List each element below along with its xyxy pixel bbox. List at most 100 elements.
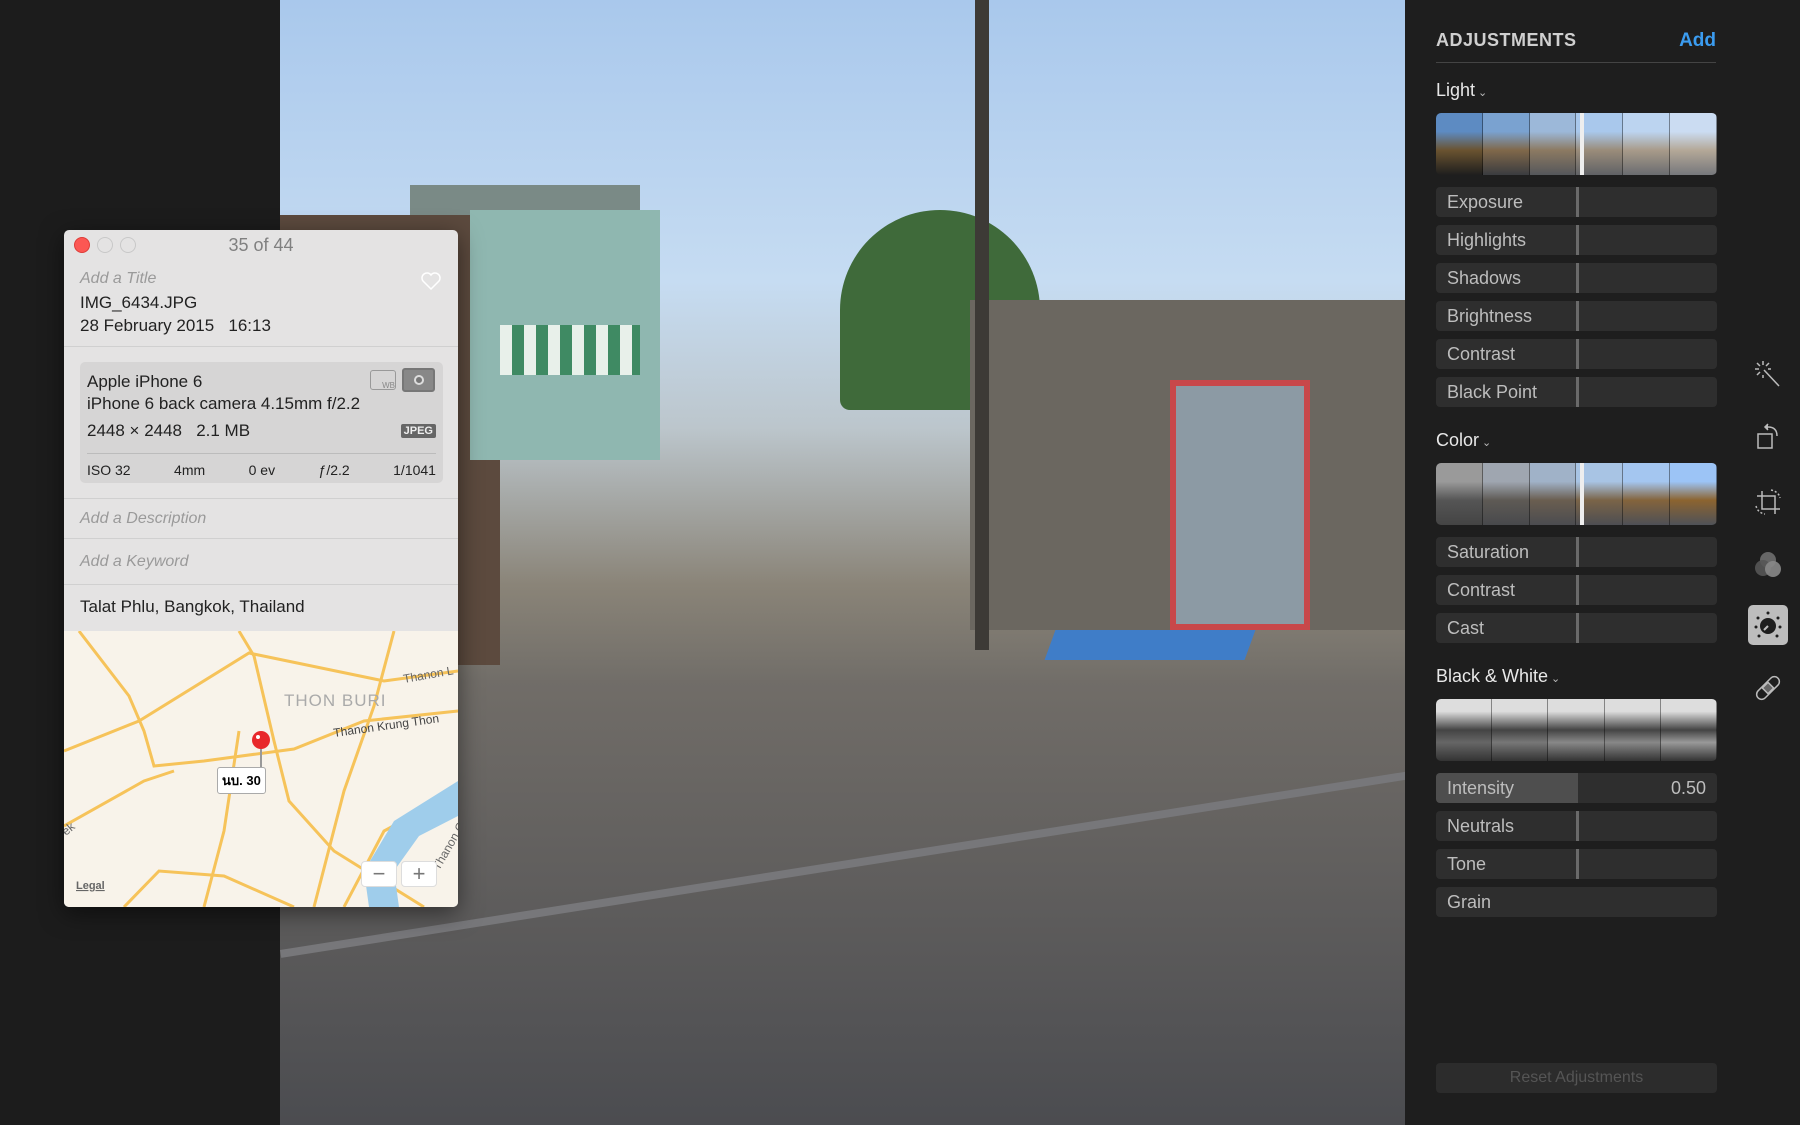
exif-iso: ISO 32 xyxy=(87,462,131,478)
adjust-dial-icon xyxy=(1754,611,1782,638)
slider-brightness[interactable]: Brightness xyxy=(1436,301,1717,331)
slider-label: Highlights xyxy=(1447,230,1527,250)
slider-shadows[interactable]: Shadows xyxy=(1436,263,1717,293)
road-shield-label: นบ. 30 xyxy=(217,767,266,794)
chevron-down-icon: ⌄ xyxy=(1482,437,1492,449)
section-color-toggle[interactable]: Color ⌄ xyxy=(1436,430,1491,451)
rotate-icon xyxy=(1757,423,1778,449)
metering-icon xyxy=(402,368,435,392)
magic-wand-tool[interactable] xyxy=(1748,354,1788,394)
map-road-label: Thanon Krung Thon xyxy=(332,711,439,740)
slider-label: Intensity xyxy=(1447,778,1515,798)
white-balance-icon: WB xyxy=(370,370,396,390)
slider-label: Contrast xyxy=(1447,580,1516,600)
map-pin-icon xyxy=(252,731,270,749)
slider-marker xyxy=(1576,613,1579,643)
format-badge: JPEG xyxy=(400,424,436,438)
slider-marker xyxy=(1576,301,1579,331)
map-zoom-out-button[interactable]: − xyxy=(361,861,397,887)
location-map[interactable]: THON BURI Thanon Krung Thon Thanon L Tha… xyxy=(64,631,458,907)
slider-marker xyxy=(1576,849,1579,879)
slider-marker xyxy=(1576,377,1579,407)
slider-value: 0.50 xyxy=(1670,778,1706,798)
photo-counter: 35 of 44 xyxy=(228,235,294,255)
reset-adjustments-button[interactable]: Reset Adjustments xyxy=(1436,1063,1717,1093)
slider-intensity[interactable]: Intensity 0.50 xyxy=(1436,773,1717,803)
date: 28 February 2015 xyxy=(80,316,215,335)
slider-cast[interactable]: Cast xyxy=(1436,613,1717,643)
slider-label: Exposure xyxy=(1447,192,1524,212)
legal-link: Legal xyxy=(76,880,105,892)
slider-label: Shadows xyxy=(1447,268,1522,288)
slider-label: Neutrals xyxy=(1447,816,1515,836)
add-button[interactable]: Add xyxy=(1679,30,1716,62)
description-field[interactable]: Add a Description xyxy=(64,498,458,538)
section-label: Light xyxy=(1436,80,1476,100)
slider-label: Black Point xyxy=(1447,382,1538,402)
retouch-tool[interactable] xyxy=(1748,668,1788,708)
crop-tool[interactable] xyxy=(1748,482,1788,522)
slider-saturation[interactable]: Saturation xyxy=(1436,537,1717,567)
slider-exposure[interactable]: Exposure xyxy=(1436,187,1717,217)
map-zoom-in-button[interactable]: + xyxy=(401,861,437,887)
filters-tool[interactable] xyxy=(1748,545,1788,585)
exif-row: ISO 32 4mm 0 ev ƒ/2.2 1/1041 xyxy=(87,453,436,478)
camera-model: Apple iPhone 6 xyxy=(87,372,203,391)
section-bw-toggle[interactable]: Black & White ⌄ xyxy=(1436,666,1560,687)
magic-wand-icon xyxy=(1755,361,1780,387)
time: 16:13 xyxy=(228,316,271,335)
slider-label: Saturation xyxy=(1447,542,1530,562)
slider-marker xyxy=(1576,225,1579,255)
heart-icon[interactable] xyxy=(421,272,441,290)
map-district-label: THON BURI xyxy=(284,691,387,710)
exif-shutter: 1/1041 xyxy=(393,462,436,478)
filename: IMG_6434.JPG xyxy=(80,293,198,312)
dimensions: 2448 × 2448 xyxy=(87,421,183,440)
bw-strip[interactable] xyxy=(1436,699,1717,761)
section-light-toggle[interactable]: Light ⌄ xyxy=(1436,80,1487,101)
slider-marker xyxy=(1576,811,1579,841)
color-strip[interactable] xyxy=(1436,463,1717,525)
slider-marker xyxy=(1576,537,1579,567)
keyword-field[interactable]: Add a Keyword xyxy=(64,538,458,584)
adjust-tool[interactable] xyxy=(1748,605,1788,645)
chevron-down-icon: ⌄ xyxy=(1478,87,1488,99)
slider-label: Cast xyxy=(1447,618,1485,638)
section-label: Color xyxy=(1436,430,1480,450)
strip-handle[interactable] xyxy=(1580,113,1584,175)
slider-marker xyxy=(1576,575,1579,605)
section-label: Black & White xyxy=(1436,666,1549,686)
chevron-down-icon: ⌄ xyxy=(1551,673,1561,685)
slider-black-point[interactable]: Black Point xyxy=(1436,377,1717,407)
camera-info-box: Apple iPhone 6 iPhone 6 back camera 4.15… xyxy=(80,362,443,483)
adjustments-panel: ADJUSTMENTS Add Light ⌄ Exposure Highlight… xyxy=(1405,0,1800,1125)
slider-color-contrast[interactable]: Contrast xyxy=(1436,575,1717,605)
location: Talat Phlu, Bangkok, Thailand xyxy=(64,584,458,631)
exif-aperture: ƒ/2.2 xyxy=(318,462,350,478)
rotate-tool[interactable] xyxy=(1748,417,1788,457)
slider-contrast[interactable]: Contrast xyxy=(1436,339,1717,369)
slider-label: Grain xyxy=(1447,892,1492,912)
strip-handle[interactable] xyxy=(1580,463,1584,525)
slider-neutrals[interactable]: Neutrals xyxy=(1436,811,1717,841)
color-circles-icon xyxy=(1755,552,1781,577)
slider-marker xyxy=(1576,339,1579,369)
slider-label: Brightness xyxy=(1447,306,1533,326)
exif-focal: 4mm xyxy=(174,462,206,478)
map-road-label: Thanon L xyxy=(402,663,455,686)
bandage-icon xyxy=(1755,675,1781,701)
camera-lens: iPhone 6 back camera 4.15mm f/2.2 xyxy=(87,394,361,413)
light-strip[interactable] xyxy=(1436,113,1717,175)
panel-title: ADJUSTMENTS xyxy=(1436,30,1577,50)
info-window: 35 of 44 Add a Title IMG_6434.JPG 28 Feb… xyxy=(64,230,458,907)
exif-ev: 0 ev xyxy=(248,462,276,478)
title-field[interactable]: Add a Title xyxy=(80,270,156,288)
slider-highlights[interactable]: Highlights xyxy=(1436,225,1717,255)
crop-icon xyxy=(1755,489,1781,515)
slider-label: Contrast xyxy=(1447,344,1516,364)
slider-marker xyxy=(1576,263,1579,293)
slider-grain[interactable]: Grain xyxy=(1436,887,1717,917)
slider-tone[interactable]: Tone xyxy=(1436,849,1717,879)
slider-label: Tone xyxy=(1447,854,1487,874)
slider-marker xyxy=(1576,187,1579,217)
